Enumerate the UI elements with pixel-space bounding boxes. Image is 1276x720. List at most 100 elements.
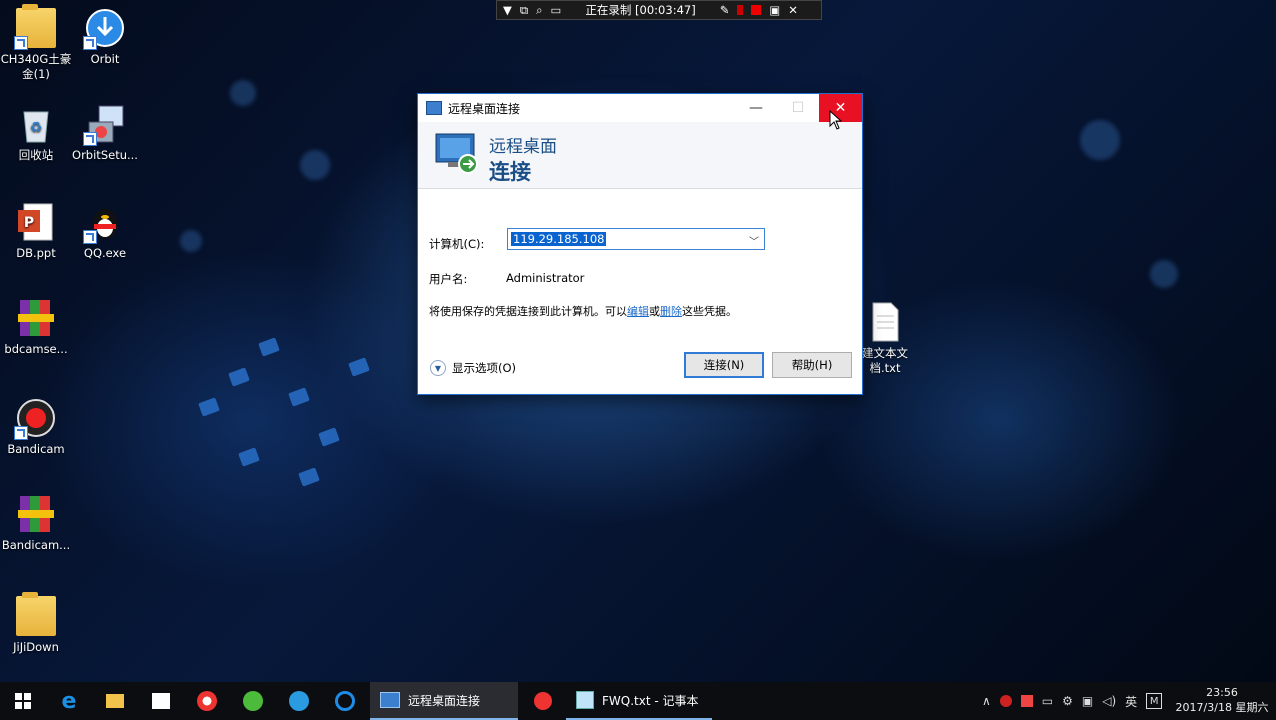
powerpoint-file-icon: P	[16, 202, 56, 242]
expand-chevron-icon: ▼	[430, 360, 446, 376]
folder-icon	[14, 4, 56, 50]
pencil-icon[interactable]: ✎	[720, 3, 730, 17]
taskbar: e 远程桌面连接 FWQ.txt - 记事本 ∧ ▭ ⚙ ▣ ◁) 英 M 23…	[0, 682, 1276, 720]
input-method-indicator[interactable]: 英	[1125, 693, 1137, 710]
desktop-icon-qq[interactable]: QQ.exe	[69, 202, 141, 261]
show-options-label: 显示选项(O)	[452, 361, 517, 375]
bokeh-light	[1080, 120, 1120, 160]
bandicam-taskbar-button[interactable]	[520, 682, 566, 720]
desktop-icon-bdcamsetup[interactable]: bdcamse...	[0, 298, 72, 357]
taskbar-app-notepad[interactable]: FWQ.txt - 记事本	[566, 682, 712, 720]
light-stripe	[238, 447, 260, 467]
folder-icon	[16, 592, 56, 636]
light-stripe	[258, 337, 280, 357]
bokeh-light	[300, 150, 330, 180]
browser-360-button[interactable]	[184, 682, 230, 720]
close-icon[interactable]: ✕	[788, 3, 798, 17]
show-options-toggle[interactable]: ▼ 显示选项(O)	[430, 360, 516, 376]
folder-icon	[106, 694, 124, 708]
light-stripe	[228, 367, 250, 387]
username-label: 用户名:	[429, 272, 468, 286]
network-icon[interactable]: ▣	[1082, 694, 1093, 708]
bandicam-icon	[534, 692, 552, 710]
light-stripe	[288, 387, 310, 407]
desktop-icon-label: CH340G土豪金(1)	[0, 52, 72, 81]
recording-tray-icon[interactable]	[999, 695, 1012, 707]
desktop-icon-orbit[interactable]: Orbit	[69, 8, 141, 67]
desktop-icon-label: Bandicam	[7, 442, 65, 456]
start-button[interactable]	[0, 682, 46, 720]
orbit-download-icon	[83, 8, 125, 50]
dropdown-icon[interactable]: ▼	[503, 3, 512, 17]
winrar-archive-icon	[16, 298, 56, 338]
edit-credentials-link[interactable]: 编辑	[627, 305, 649, 318]
credentials-text: 或	[649, 305, 660, 318]
edge-browser-button[interactable]: e	[46, 682, 92, 720]
maximize-button: ☐	[791, 100, 805, 116]
browser-green-button[interactable]	[230, 682, 276, 720]
clock-date: 2017/3/18 星期六	[1175, 701, 1269, 714]
stop-icon[interactable]	[751, 5, 762, 15]
credentials-info: 将使用保存的凭据连接到此计算机。可以编辑或删除这些凭据。	[429, 303, 859, 319]
bokeh-light	[180, 230, 202, 252]
svg-text:♻: ♻	[30, 120, 43, 136]
chevron-up-icon[interactable]: ∧	[982, 694, 991, 708]
remote-desktop-monitor-icon	[434, 130, 480, 179]
pause-icon[interactable]	[737, 5, 744, 15]
desktop-icon-jijidown[interactable]: JiJiDown	[0, 592, 72, 655]
clock[interactable]: 23:56 2017/3/18 星期六	[1170, 685, 1274, 715]
banner-title-line1: 远程桌面	[489, 137, 557, 157]
green-browser-icon	[243, 691, 263, 711]
dialog-title: 远程桌面连接	[448, 101, 521, 116]
delete-credentials-link[interactable]: 删除	[660, 305, 682, 318]
desktop-icon-orbitsetup[interactable]: OrbitSetu...	[69, 104, 141, 163]
qq-browser-icon	[335, 691, 355, 711]
winrar-archive-icon	[16, 494, 56, 534]
desktop-icon-label: Bandicam...	[1, 538, 71, 552]
light-stripe	[348, 357, 370, 377]
camera-icon[interactable]: ▣	[769, 3, 780, 17]
battery-icon[interactable]: ▭	[1042, 694, 1053, 708]
chrome-like-icon	[197, 691, 217, 711]
window-mode-icon[interactable]: ⧉	[520, 3, 528, 18]
bokeh-light	[1150, 260, 1178, 288]
help-button[interactable]: 帮助(H)	[772, 352, 852, 378]
computer-input-value[interactable]: 119.29.185.108	[511, 232, 607, 246]
installer-icon	[83, 104, 125, 146]
ime-mode-icon[interactable]: M	[1146, 693, 1163, 709]
edge-icon: e	[61, 688, 77, 714]
recording-status: 正在录制 [00:03:47]	[585, 3, 696, 17]
desktop-icon-label: 回收站	[18, 148, 54, 162]
desktop-icon-label: DB.ppt	[16, 246, 56, 260]
recording-toolbar: ▼ ⧉ ⌕ ▭ 正在录制 [00:03:47] ✎ ▣ ✕	[496, 0, 822, 20]
notepad-icon	[576, 691, 594, 709]
recycle-bin-icon: ♻	[16, 104, 56, 144]
security-tray-icon[interactable]	[1020, 695, 1033, 707]
computer-combobox[interactable]: 119.29.185.108 ﹀	[507, 228, 765, 250]
computer-label: 计算机(C):	[429, 237, 485, 251]
svg-text:P: P	[24, 215, 34, 231]
volume-icon[interactable]: ◁)	[1102, 694, 1116, 708]
desktop-icon-ch340g[interactable]: CH340G土豪金(1)	[0, 4, 72, 82]
file-explorer-button[interactable]	[92, 682, 138, 720]
minimize-button[interactable]: —	[734, 94, 778, 122]
chevron-down-icon[interactable]: ﹀	[749, 233, 759, 248]
system-tray: ∧ ▭ ⚙ ▣ ◁) 英 M	[982, 682, 1163, 720]
hardware-tray-icon[interactable]: ⚙	[1062, 694, 1073, 708]
desktop-icon-bandicam[interactable]: Bandicam	[0, 398, 72, 457]
search-icon[interactable]: ⌕	[536, 3, 542, 18]
connect-button[interactable]: 连接(N)	[684, 352, 764, 378]
desktop-icon-db-ppt[interactable]: P DB.ppt	[0, 202, 72, 261]
desktop-icon-label: OrbitSetu...	[72, 148, 138, 162]
desktop-icon-bandicam-archive[interactable]: Bandicam...	[0, 494, 72, 553]
ie-button[interactable]	[276, 682, 322, 720]
qq-browser-button[interactable]	[322, 682, 368, 720]
mouse-cursor-icon	[829, 109, 843, 134]
bandicam-icon	[14, 398, 56, 440]
desktop-icon-label: QQ.exe	[83, 246, 127, 260]
desktop-icon-recycle-bin[interactable]: ♻ 回收站	[0, 104, 72, 163]
store-bag-icon	[152, 693, 170, 709]
region-icon[interactable]: ▭	[551, 3, 562, 17]
taskbar-app-remote-desktop[interactable]: 远程桌面连接	[370, 682, 518, 720]
store-button[interactable]	[138, 682, 184, 720]
